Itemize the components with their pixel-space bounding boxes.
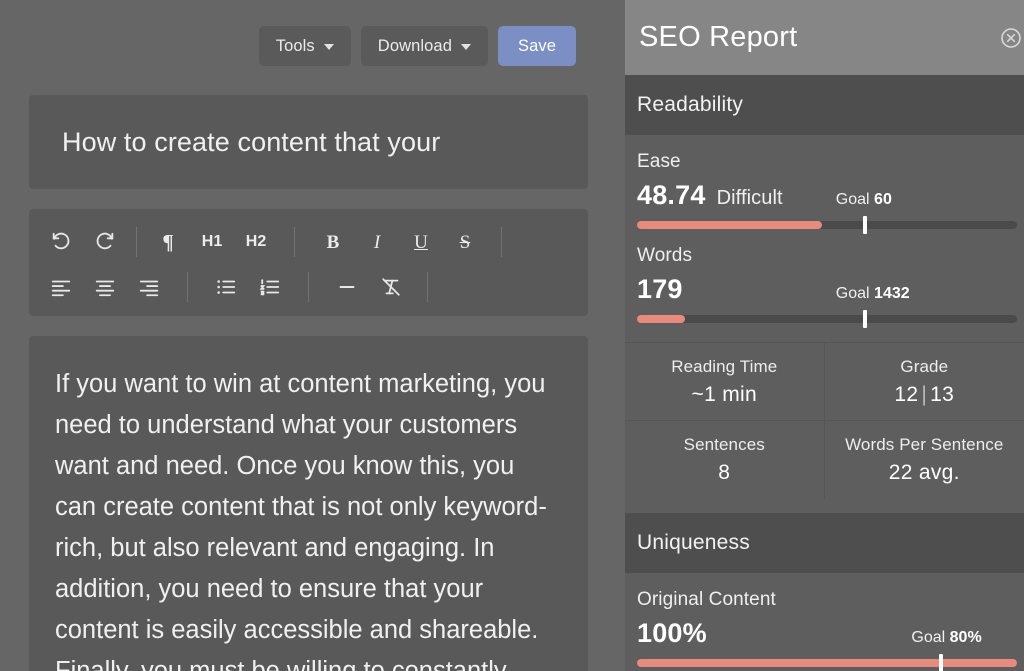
- italic-icon[interactable]: I: [355, 222, 399, 262]
- metric-original-content-values: 100% Goal 80%: [637, 618, 1015, 648]
- stat-label: Words Per Sentence: [845, 435, 1004, 454]
- post-title-value: How to create content that your: [62, 126, 441, 157]
- align-right-icon[interactable]: [127, 267, 171, 307]
- metric-ease: Ease 48.74 Difficult Goal 60: [625, 135, 1024, 234]
- seo-report-panel: SEO Report Readability Ease 48.74 Diffic…: [625, 0, 1024, 671]
- toolbar-divider: [294, 227, 295, 257]
- paragraph-icon[interactable]: ¶: [146, 222, 190, 262]
- seo-report-header: SEO Report: [625, 0, 1024, 75]
- bold-icon[interactable]: B: [311, 222, 355, 262]
- heading-2-icon[interactable]: H2: [234, 222, 278, 262]
- toolbar-divider: [136, 227, 137, 257]
- save-button[interactable]: Save: [497, 26, 576, 66]
- stat-grade: Grade 12 | 13: [824, 343, 1024, 421]
- metric-words-value: 179: [637, 274, 683, 304]
- editor-action-bar: Tools Download Save: [0, 0, 625, 92]
- download-button-label: Download: [377, 36, 452, 55]
- bullet-list-icon[interactable]: [204, 267, 248, 307]
- metric-ease-bar: [637, 216, 1017, 234]
- metric-original-content-goal: Goal 80%: [911, 629, 982, 646]
- clear-formatting-icon[interactable]: [369, 267, 413, 307]
- tools-button-label: Tools: [275, 36, 315, 55]
- post-body-field[interactable]: If you want to win at content marketing,…: [29, 336, 588, 671]
- stat-value: 22 avg.: [888, 461, 960, 484]
- metric-words-label: Words: [637, 245, 693, 266]
- seo-editor-screen: Tools Download Save How to create conten…: [0, 0, 1024, 671]
- align-left-icon[interactable]: [39, 267, 83, 307]
- section-title-uniqueness: Uniqueness: [637, 531, 750, 554]
- stat-value: 8: [718, 461, 731, 484]
- metric-ease-values: 48.74 Difficult Goal 60: [637, 180, 1015, 210]
- stat-words-per-sentence: Words Per Sentence 22 avg.: [825, 421, 1024, 499]
- stat-label: Reading Time: [671, 356, 778, 376]
- formatting-toolbar: ¶ H1 H2 B I U S: [29, 209, 588, 316]
- post-title-field[interactable]: How to create content that your: [29, 95, 588, 189]
- seo-report-title: SEO Report: [639, 21, 798, 53]
- metric-original-content-bar-fill: [637, 659, 1017, 667]
- toolbar-divider: [308, 272, 309, 302]
- formatting-toolbar-row-2: [29, 265, 588, 310]
- toolbar-divider: [501, 227, 502, 257]
- metric-ease-bar-fill: [637, 221, 823, 229]
- toolbar-divider: [427, 272, 428, 302]
- metric-original-content-goal-marker: [939, 654, 943, 671]
- metric-words: Words 179 Goal 1432: [625, 229, 1024, 328]
- chevron-down-icon: [460, 44, 471, 50]
- metric-words-goal: Goal 1432: [835, 285, 910, 302]
- underline-icon[interactable]: U: [399, 222, 443, 262]
- tools-button[interactable]: Tools: [258, 26, 351, 66]
- stat-value: ~1 min: [691, 382, 757, 406]
- metric-original-content-bar: [637, 654, 1017, 671]
- stat-label: Grade: [900, 356, 949, 376]
- metric-words-bar-fill: [637, 315, 685, 323]
- metric-ease-label: Ease: [637, 151, 681, 172]
- section-title-readability: Readability: [637, 93, 744, 116]
- metric-original-content: Original Content 100% Goal 80%: [625, 573, 1024, 671]
- download-button[interactable]: Download: [360, 26, 488, 66]
- heading-1-icon[interactable]: H1: [190, 222, 234, 262]
- section-header-uniqueness: Uniqueness: [625, 513, 1024, 573]
- align-center-icon[interactable]: [83, 267, 127, 307]
- readability-stats-grid: Reading Time ~1 min Grade 12 | 13 Sentence…: [625, 342, 1024, 499]
- metric-ease-goal: Goal 60: [835, 191, 892, 208]
- close-circle-icon[interactable]: [998, 24, 1024, 52]
- metric-original-content-label: Original Content: [637, 589, 776, 610]
- section-header-readability: Readability: [625, 75, 1024, 135]
- post-body-value: If you want to win at content marketing,…: [55, 370, 547, 671]
- chevron-down-icon: [323, 44, 334, 50]
- editor-pane: Tools Download Save How to create conten…: [0, 0, 625, 671]
- stat-label: Sentences: [683, 435, 765, 454]
- metric-ease-qualifier: Difficult: [716, 187, 783, 209]
- stat-sentences: Sentences 8: [625, 421, 825, 499]
- formatting-toolbar-row-1: ¶ H1 H2 B I U S: [29, 220, 588, 265]
- undo-icon[interactable]: [39, 222, 83, 262]
- metric-words-goal-marker: [863, 310, 867, 328]
- save-button-label: Save: [517, 36, 556, 55]
- metric-ease-value: 48.74: [637, 180, 706, 210]
- stat-reading-time: Reading Time ~1 min: [625, 343, 825, 421]
- redo-icon[interactable]: [83, 222, 127, 262]
- metric-words-values: 179 Goal 1432: [637, 274, 1015, 304]
- stat-value: 12 | 13: [894, 382, 955, 406]
- toolbar-divider: [187, 272, 188, 302]
- metric-words-bar: [637, 310, 1017, 328]
- strikethrough-icon[interactable]: S: [443, 222, 487, 262]
- numbered-list-icon[interactable]: [248, 267, 292, 307]
- metric-original-content-value: 100%: [637, 618, 707, 648]
- metric-ease-goal-marker: [863, 216, 867, 234]
- horizontal-rule-icon[interactable]: [325, 267, 369, 307]
